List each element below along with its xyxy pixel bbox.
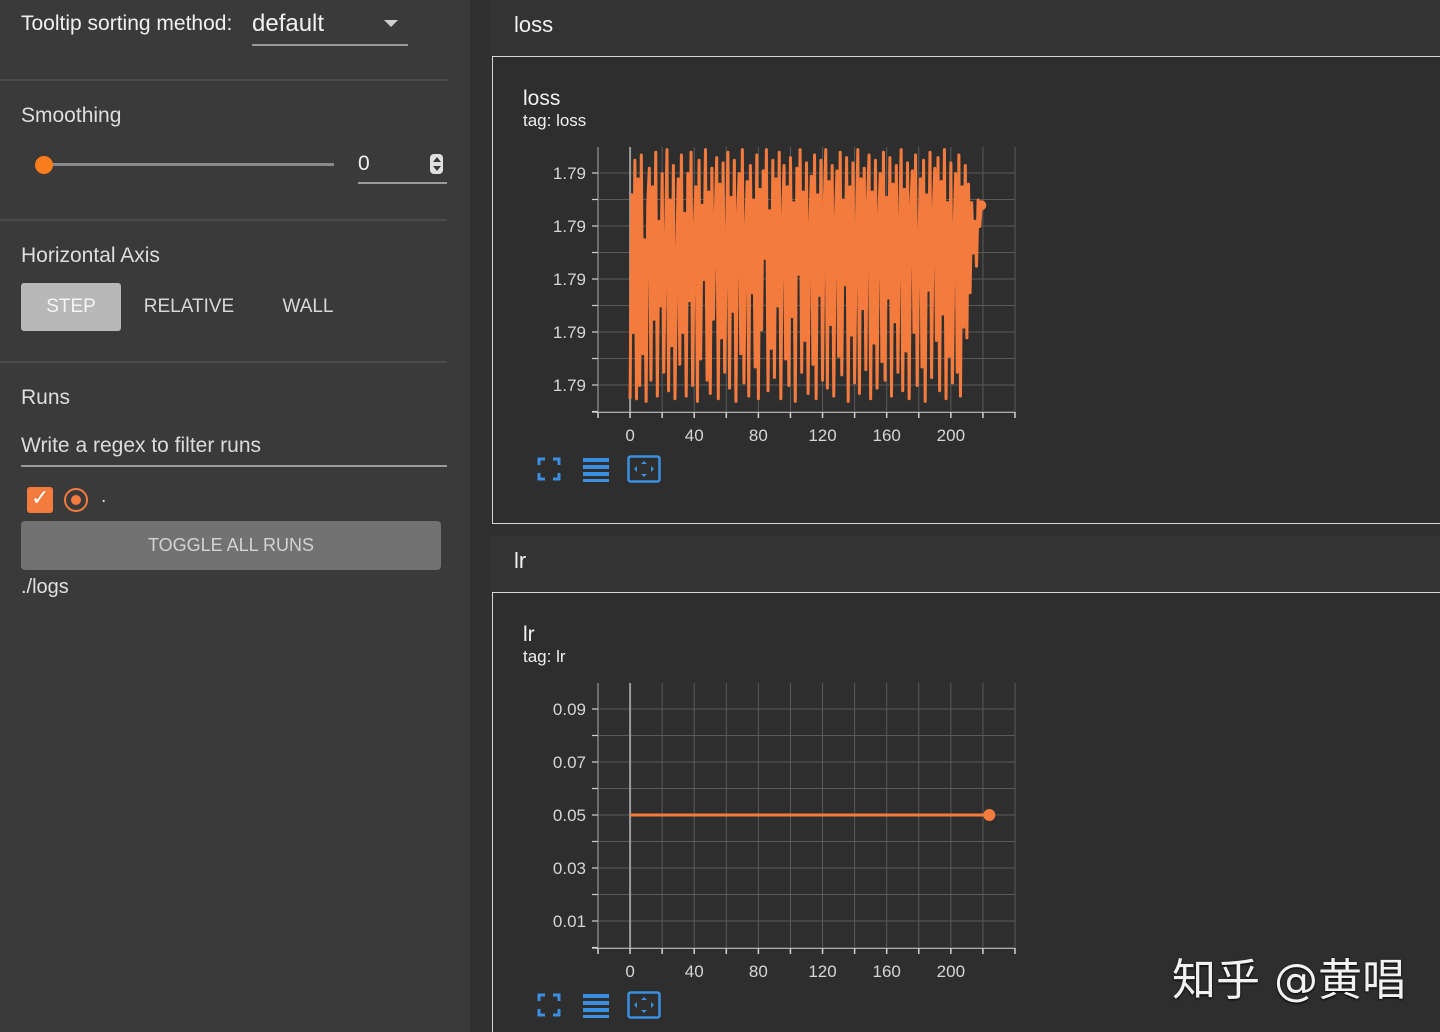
divider	[0, 79, 447, 81]
divider	[0, 219, 447, 221]
group-header-loss[interactable]: loss	[490, 0, 1440, 56]
smoothing-value: 0	[358, 152, 370, 175]
watermark: 知乎 @黄唱	[1172, 955, 1406, 1006]
x-tick-label: 40	[685, 962, 704, 981]
run-checkbox[interactable]: ✓	[27, 485, 53, 513]
sidebar: Tooltip sorting method: default Smoothin…	[0, 0, 470, 1032]
logdir-label: ./logs	[21, 576, 69, 598]
x-tick-label: 0	[625, 962, 634, 981]
runs-title: Runs	[21, 386, 71, 409]
group-title: lr	[514, 548, 527, 573]
series-endpoint	[983, 809, 996, 821]
run-name: .	[101, 486, 107, 507]
smoothing-slider-track[interactable]	[44, 163, 334, 166]
fullscreen-icon[interactable]	[535, 455, 563, 483]
runs-filter-placeholder: Write a regex to filter runs	[21, 434, 262, 457]
tooltip-sorting-select[interactable]: default	[252, 6, 408, 46]
main-panel: loss loss tag: loss 1.79 1.79 1.79 1.79 1.79…	[490, 0, 1440, 1032]
chart-card-loss: loss tag: loss 1.79 1.79 1.79 1.79 1.79 0 40 80…	[492, 56, 1440, 524]
x-tick-label: 160	[873, 962, 901, 981]
y-tick-label: 0.01	[553, 912, 586, 931]
y-tick-label: 0.03	[553, 859, 586, 878]
data-table-icon[interactable]	[581, 455, 609, 483]
loss-series-line	[628, 148, 983, 403]
x-tick-label: 200	[937, 962, 965, 981]
tooltip-sorting-label: Tooltip sorting method:	[21, 12, 233, 35]
toggle-all-runs-button[interactable]: TOGGLE ALL RUNS	[21, 521, 441, 570]
x-tick-label: 80	[749, 426, 768, 445]
loss-chart[interactable]: 1.79 1.79 1.79 1.79 1.79 0 40 80 120 160 200	[493, 57, 1053, 457]
series-endpoint	[976, 200, 987, 211]
x-tick-label: 160	[873, 426, 901, 445]
y-tick-label: 1.79	[553, 270, 586, 289]
x-tick-label: 120	[808, 426, 836, 445]
y-tick-label: 0.09	[553, 700, 586, 719]
x-tick-label: 80	[749, 962, 768, 981]
fit-domain-icon[interactable]	[627, 455, 661, 483]
x-tick-label: 0	[625, 426, 634, 445]
smoothing-input[interactable]: 0	[358, 148, 447, 184]
y-tick-label: 1.79	[553, 323, 586, 342]
divider	[0, 361, 447, 363]
group-title: loss	[514, 12, 554, 37]
fit-domain-icon[interactable]	[627, 991, 661, 1019]
axis-relative-button[interactable]: RELATIVE	[131, 283, 247, 331]
spinner-icon[interactable]	[430, 154, 443, 174]
panel-gutter	[470, 0, 490, 1032]
tooltip-sorting-value: default	[252, 10, 325, 37]
fullscreen-icon[interactable]	[535, 991, 563, 1019]
runs-filter-input[interactable]: Write a regex to filter runs	[21, 430, 447, 467]
x-tick-label: 40	[685, 426, 704, 445]
smoothing-title: Smoothing	[21, 104, 122, 127]
data-table-icon[interactable]	[581, 991, 609, 1019]
axis-step-button[interactable]: STEP	[21, 283, 121, 331]
y-tick-label: 1.79	[553, 164, 586, 183]
check-icon: ✓	[31, 485, 50, 510]
lr-chart[interactable]: 0.09 0.07 0.05 0.03 0.01 0 40 80 120 160 200	[493, 593, 1053, 993]
smoothing-slider-thumb[interactable]	[35, 156, 53, 174]
run-radio-button[interactable]	[64, 488, 88, 512]
y-tick-label: 1.79	[553, 376, 586, 395]
y-tick-label: 0.07	[553, 753, 586, 772]
x-tick-label: 120	[808, 962, 836, 981]
y-tick-label: 0.05	[553, 806, 586, 825]
y-tick-label: 1.79	[553, 217, 586, 236]
x-tick-label: 200	[937, 426, 965, 445]
axis-wall-button[interactable]: WALL	[262, 283, 354, 331]
chevron-down-icon	[384, 20, 398, 27]
group-header-lr[interactable]: lr	[490, 536, 1440, 592]
horizontal-axis-title: Horizontal Axis	[21, 244, 160, 267]
